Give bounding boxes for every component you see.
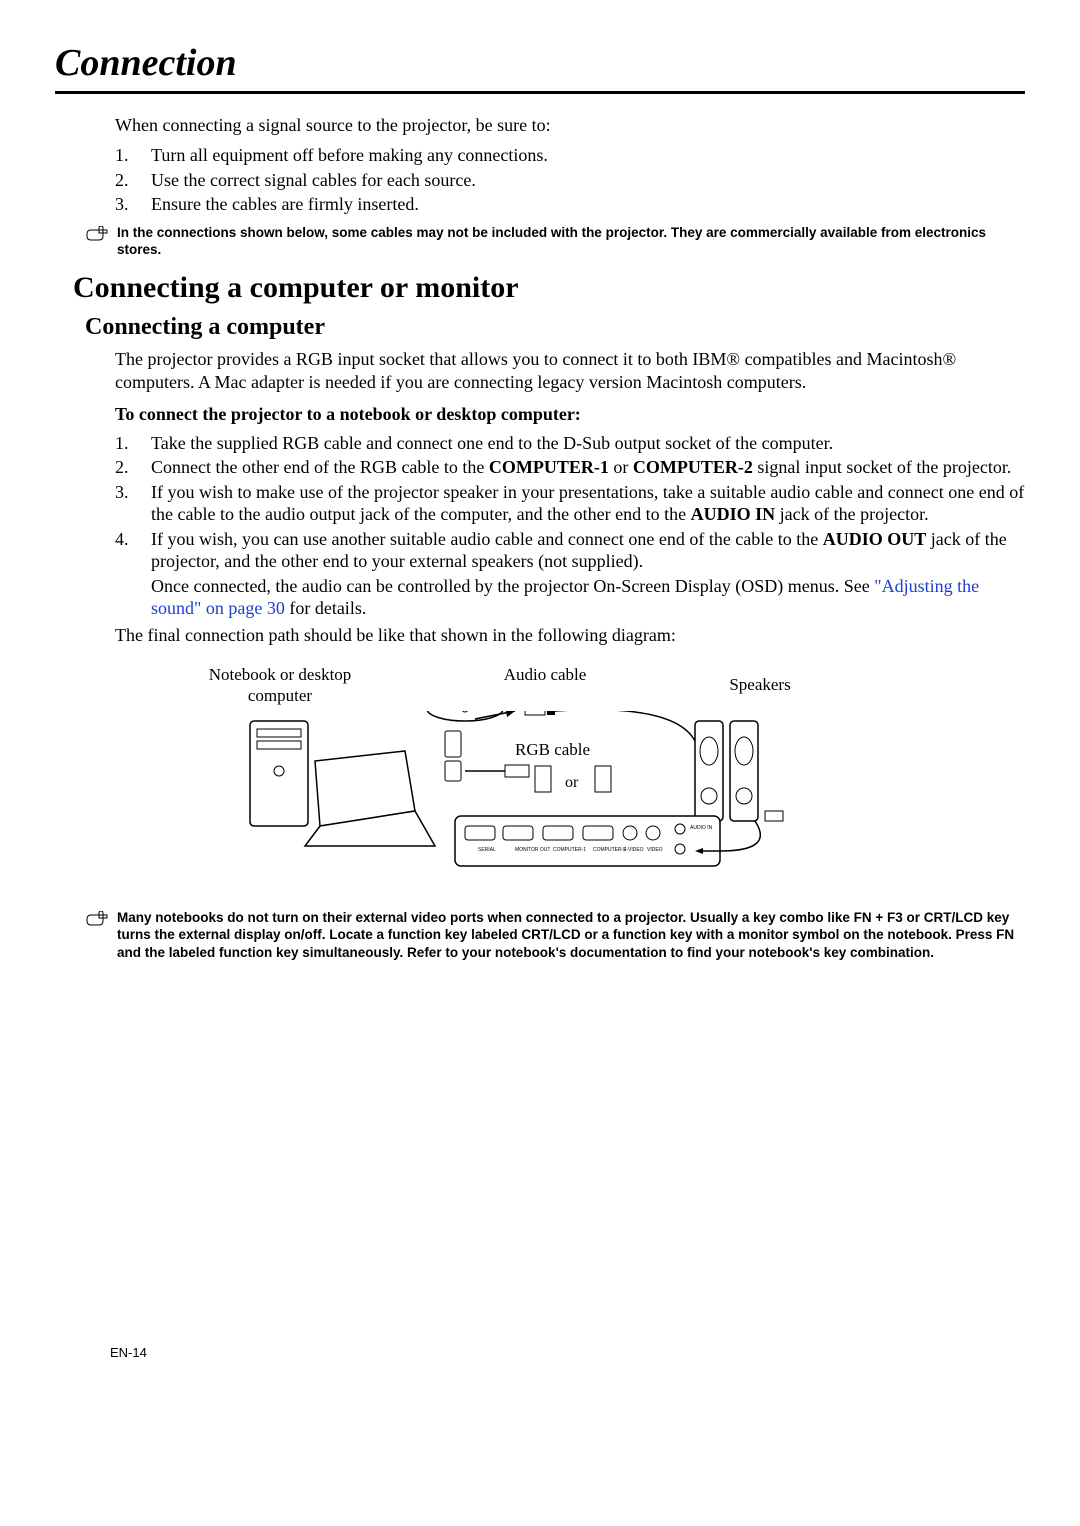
step-text: Connect the other end of the RGB cable t…	[151, 456, 1025, 479]
note-text: Many notebooks do not turn on their exte…	[117, 909, 1025, 962]
diagram-label-speakers: Speakers	[705, 664, 815, 695]
note-text: In the connections shown below, some cab…	[117, 224, 1025, 259]
diagram-label-rgb: RGB cable	[515, 739, 590, 760]
svg-text:SERIAL: SERIAL	[478, 847, 496, 853]
step-text: Take the supplied RGB cable and connect …	[151, 432, 1025, 455]
step-num: 3.	[115, 481, 151, 526]
sub-heading: To connect the projector to a notebook o…	[115, 403, 1025, 426]
list-text: Use the correct signal cables for each s…	[151, 169, 476, 192]
subsection-heading: Connecting a computer	[85, 312, 1025, 342]
step-text: If you wish, you can use another suitabl…	[151, 528, 1025, 620]
diagram-label-notebook: Notebook or desktop computer	[175, 664, 385, 707]
hand-pointing-icon	[85, 225, 111, 248]
step-text: If you wish to make use of the projector…	[151, 481, 1025, 526]
list-num: 1.	[115, 144, 151, 167]
list-num: 3.	[115, 193, 151, 216]
list-text: Ensure the cables are firmly inserted.	[151, 193, 419, 216]
connection-diagram: Notebook or desktop computer Audio cable…	[175, 664, 815, 891]
section-heading: Connecting a computer or monitor	[73, 269, 1025, 307]
svg-text:COMPUTER-2: COMPUTER-2	[593, 847, 626, 853]
svg-text:COMPUTER-1: COMPUTER-1	[553, 847, 586, 853]
svg-text:VIDEO: VIDEO	[647, 847, 663, 853]
connection-diagram-svg: SERIAL MONITOR OUT COMPUTER-1 COMPUTER-2…	[175, 711, 815, 891]
intro-text: When connecting a signal source to the p…	[115, 114, 1025, 137]
step-num: 1.	[115, 432, 151, 455]
diagram-label-or: or	[565, 773, 578, 793]
hand-pointing-icon	[85, 910, 111, 933]
svg-text:MONITOR OUT: MONITOR OUT	[515, 847, 550, 853]
step-num: 2.	[115, 456, 151, 479]
diagram-label-audio: Audio cable	[470, 664, 620, 685]
step-num: 4.	[115, 528, 151, 620]
intro-list: 1.Turn all equipment off before making a…	[115, 144, 1025, 216]
steps-list: 1. Take the supplied RGB cable and conne…	[115, 432, 1025, 620]
svg-text:S-VIDEO: S-VIDEO	[623, 847, 644, 853]
svg-text:AUDIO IN: AUDIO IN	[690, 825, 713, 831]
body-paragraph: The final connection path should be like…	[115, 624, 1025, 647]
body-paragraph: The projector provides a RGB input socke…	[115, 348, 1025, 393]
list-text: Turn all equipment off before making any…	[151, 144, 548, 167]
page-title: Connection	[55, 40, 1025, 94]
page-number: EN-14	[110, 1345, 147, 1361]
list-num: 2.	[115, 169, 151, 192]
